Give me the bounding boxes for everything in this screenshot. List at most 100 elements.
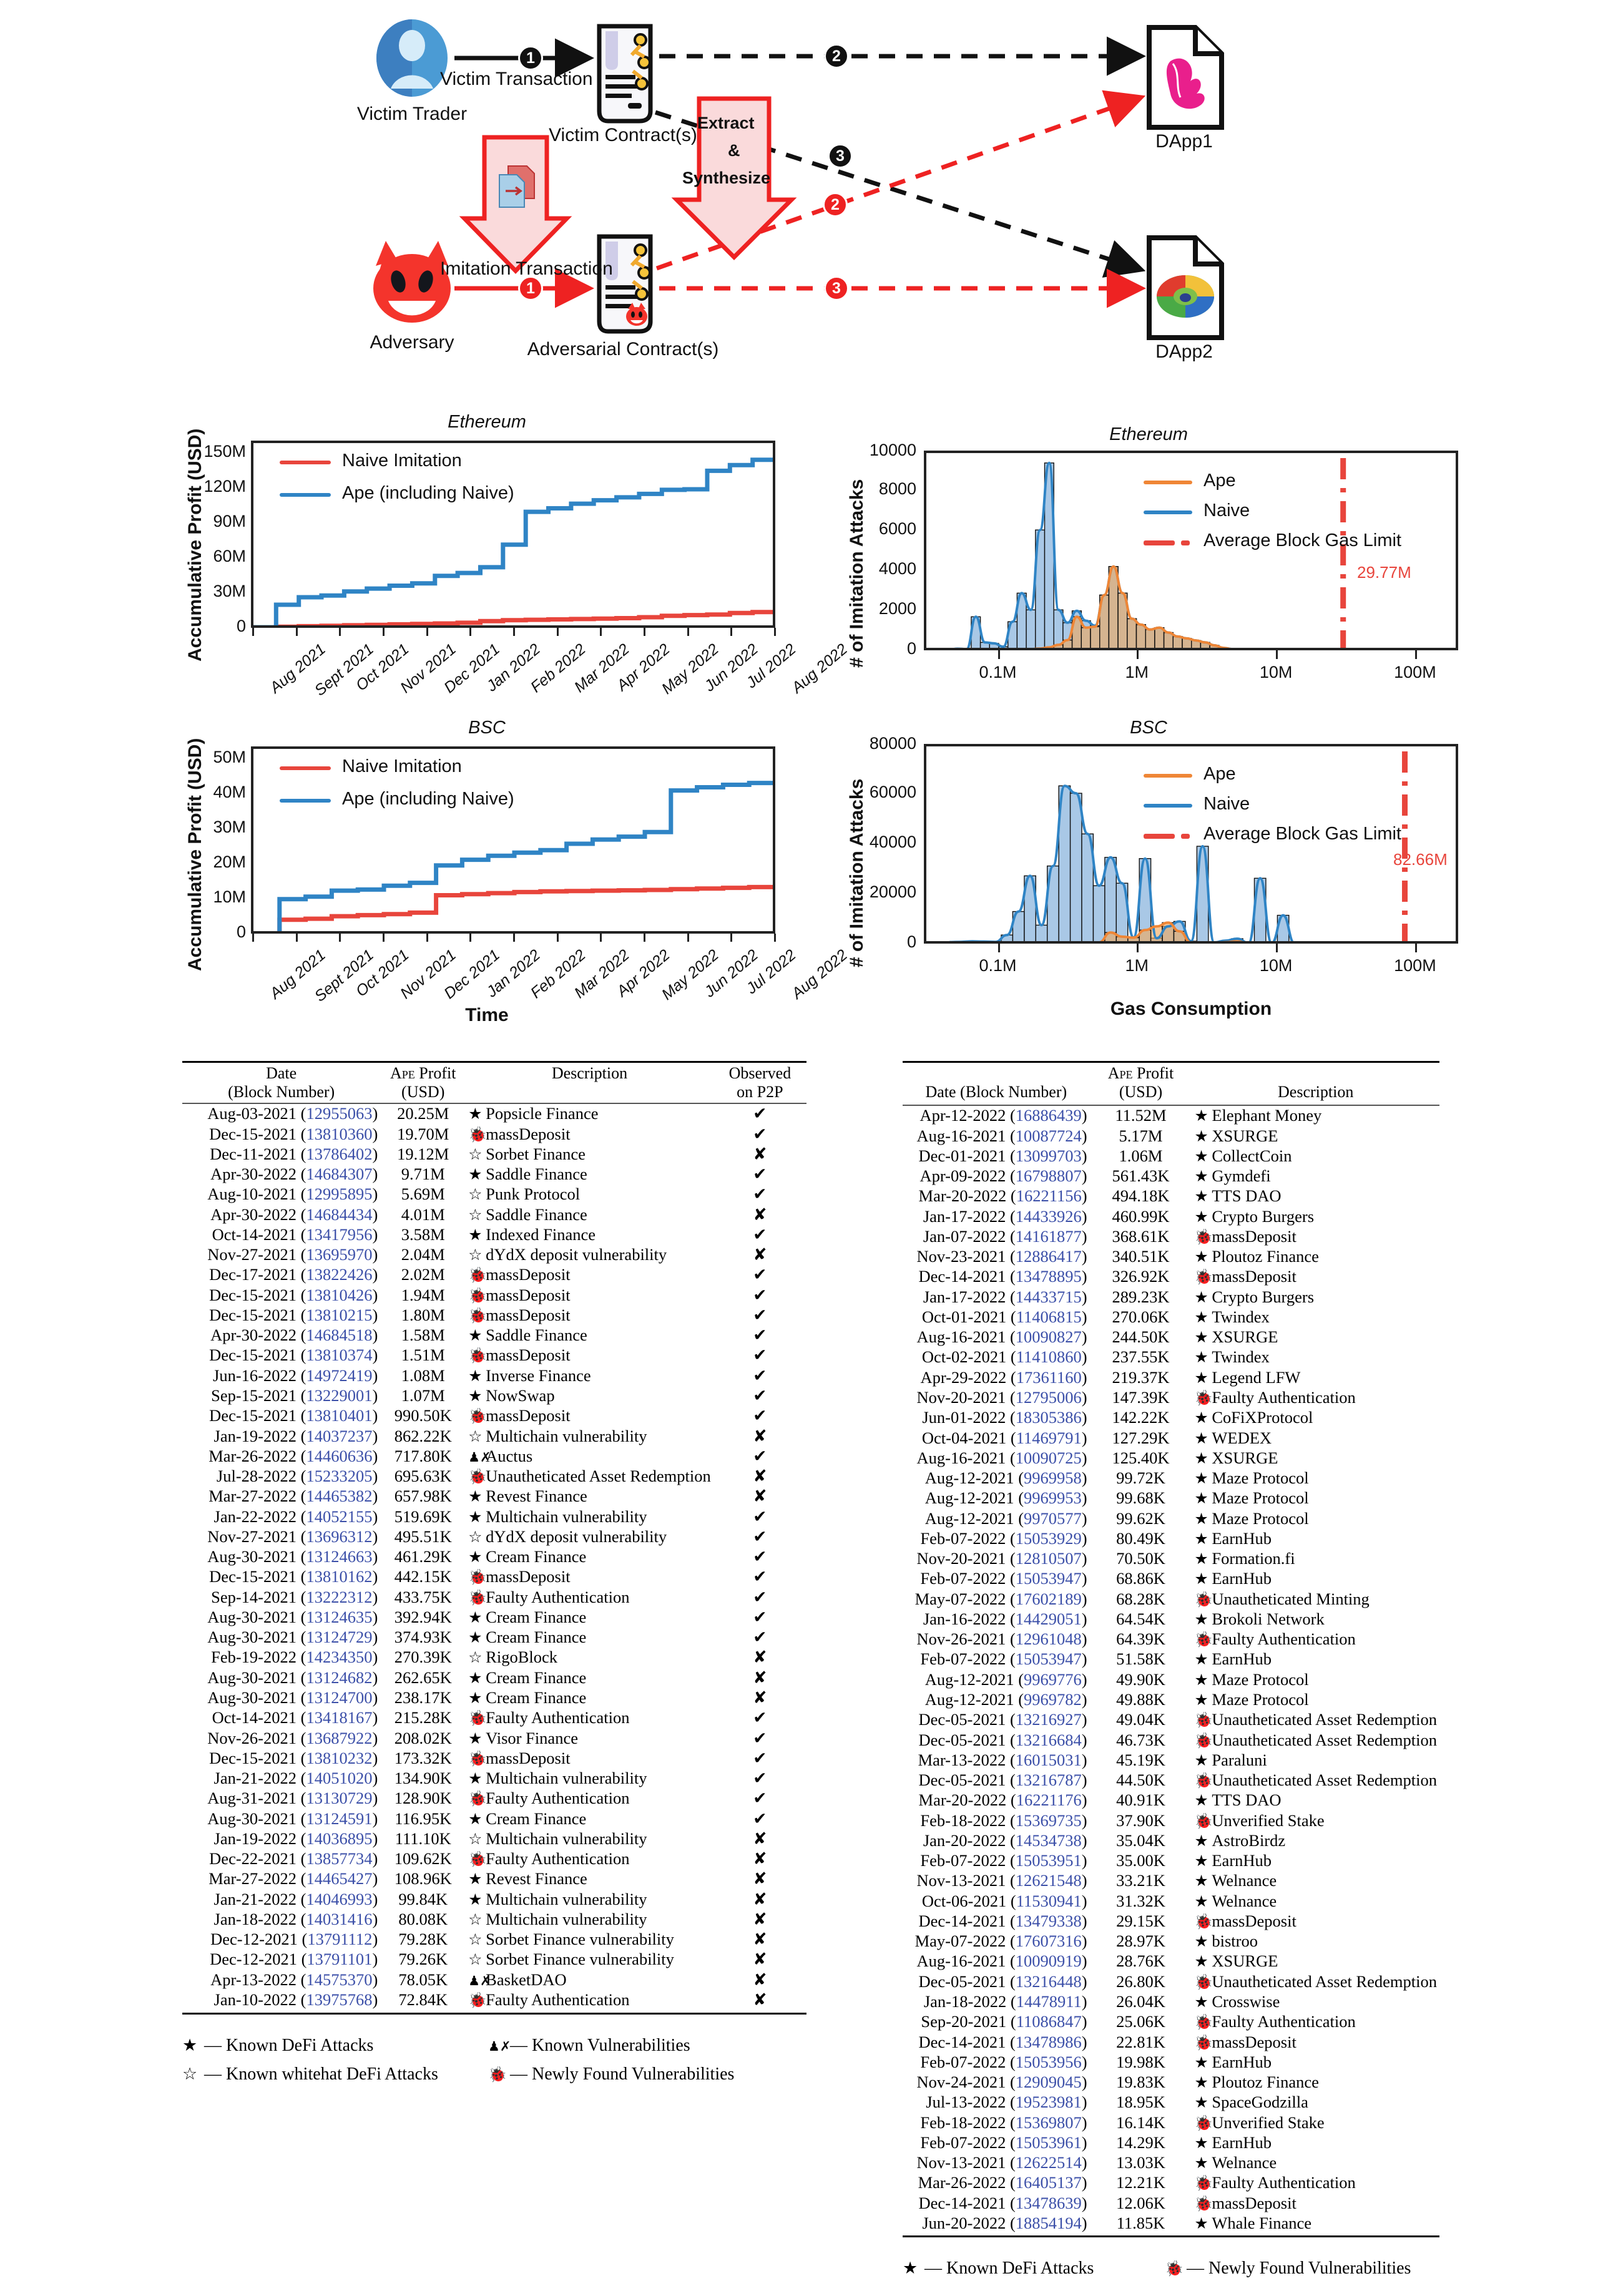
block-number[interactable]: 15053929 xyxy=(1016,1529,1082,1548)
block-number[interactable]: 16798807 xyxy=(1016,1166,1082,1185)
block-number[interactable]: 12955063 xyxy=(306,1104,372,1123)
block-number[interactable]: 13124591 xyxy=(306,1809,372,1828)
block-number[interactable]: 14465427 xyxy=(306,1869,372,1888)
block-number[interactable]: 14031416 xyxy=(306,1910,372,1928)
block-number[interactable]: 18305386 xyxy=(1016,1408,1082,1427)
block-number[interactable]: 13478986 xyxy=(1016,2033,1082,2051)
block-number[interactable]: 13695970 xyxy=(306,1245,372,1264)
block-number[interactable]: 11469791 xyxy=(1016,1429,1082,1447)
block-number[interactable]: 13810426 xyxy=(306,1286,372,1304)
block-number[interactable]: 14037237 xyxy=(306,1427,372,1445)
block-number[interactable]: 15053951 xyxy=(1016,1851,1082,1870)
block-number[interactable]: 15233205 xyxy=(306,1467,372,1485)
block-number[interactable]: 15053947 xyxy=(1016,1569,1082,1588)
block-number[interactable]: 15369735 xyxy=(1016,1811,1082,1830)
block-number[interactable]: 17607316 xyxy=(1016,1932,1082,1950)
block-number[interactable]: 9969953 xyxy=(1024,1488,1082,1507)
block-number[interactable]: 13810374 xyxy=(306,1346,372,1364)
block-number[interactable]: 13417956 xyxy=(306,1225,372,1244)
block-number[interactable]: 9969958 xyxy=(1024,1468,1082,1487)
block-number[interactable]: 13229001 xyxy=(306,1386,372,1405)
block-number[interactable]: 10087724 xyxy=(1016,1126,1082,1145)
block-number[interactable]: 13216927 xyxy=(1016,1710,1082,1729)
block-number[interactable]: 13124663 xyxy=(306,1547,372,1566)
block-number[interactable]: 13786402 xyxy=(306,1145,372,1163)
block-number[interactable]: 12961048 xyxy=(1016,1629,1082,1648)
block-number[interactable]: 14051020 xyxy=(306,1769,372,1787)
block-number[interactable]: 12995895 xyxy=(306,1185,372,1203)
block-number[interactable]: 10090919 xyxy=(1016,1952,1082,1970)
block-number[interactable]: 13791112 xyxy=(307,1930,372,1948)
block-number[interactable]: 16221156 xyxy=(1016,1186,1082,1205)
block-number[interactable]: 17602189 xyxy=(1016,1590,1082,1608)
block-number[interactable]: 14234350 xyxy=(306,1648,372,1666)
block-number[interactable]: 14036895 xyxy=(306,1829,372,1848)
block-number[interactable]: 13822426 xyxy=(306,1265,372,1284)
block-number[interactable]: 16015031 xyxy=(1016,1751,1082,1769)
block-number[interactable]: 14575370 xyxy=(306,1970,372,1989)
block-number[interactable]: 10090725 xyxy=(1016,1448,1082,1467)
block-number[interactable]: 13124635 xyxy=(306,1608,372,1626)
block-number[interactable]: 15369807 xyxy=(1016,2113,1082,2132)
block-number[interactable]: 11410860 xyxy=(1016,1347,1082,1366)
block-number[interactable]: 13130729 xyxy=(306,1789,372,1807)
block-number[interactable]: 13975768 xyxy=(306,1990,372,2009)
block-number[interactable]: 13479338 xyxy=(1016,1912,1082,1930)
block-number[interactable]: 12621548 xyxy=(1016,1871,1082,1890)
block-number[interactable]: 10090827 xyxy=(1016,1327,1082,1346)
block-number[interactable]: 14684518 xyxy=(306,1326,372,1344)
block-number[interactable]: 14046993 xyxy=(306,1890,372,1908)
block-number[interactable]: 12810507 xyxy=(1016,1549,1082,1568)
block-number[interactable]: 14478911 xyxy=(1016,1992,1082,2011)
block-number[interactable]: 13216684 xyxy=(1016,1731,1082,1749)
block-number[interactable]: 13810215 xyxy=(306,1306,372,1324)
block-number[interactable]: 11530941 xyxy=(1016,1892,1082,1910)
block-number[interactable]: 18854194 xyxy=(1016,2214,1082,2232)
block-number[interactable]: 16221176 xyxy=(1016,1790,1082,1809)
block-number[interactable]: 13216787 xyxy=(1016,1771,1082,1789)
block-number[interactable]: 11086847 xyxy=(1016,2012,1082,2031)
block-number[interactable]: 13222312 xyxy=(306,1588,372,1606)
block-number[interactable]: 9970577 xyxy=(1024,1509,1082,1528)
block-number[interactable]: 14433715 xyxy=(1016,1287,1082,1306)
block-number[interactable]: 13810360 xyxy=(306,1125,372,1143)
block-number[interactable]: 13857734 xyxy=(306,1849,372,1868)
block-number[interactable]: 11406815 xyxy=(1016,1307,1082,1326)
block-number[interactable]: 13124729 xyxy=(306,1628,372,1646)
block-number[interactable]: 13478895 xyxy=(1016,1267,1082,1286)
block-number[interactable]: 14684307 xyxy=(306,1165,372,1183)
block-number[interactable]: 17361160 xyxy=(1016,1368,1082,1387)
block-number[interactable]: 14429051 xyxy=(1016,1610,1082,1628)
block-number[interactable]: 9969776 xyxy=(1024,1670,1082,1689)
block-number[interactable]: 15053947 xyxy=(1016,1649,1082,1668)
block-number[interactable]: 12886417 xyxy=(1016,1247,1082,1266)
block-number[interactable]: 14052155 xyxy=(306,1507,372,1526)
block-number[interactable]: 14161877 xyxy=(1016,1227,1082,1246)
block-number[interactable]: 12909045 xyxy=(1016,2073,1082,2091)
block-number[interactable]: 14465382 xyxy=(306,1487,372,1505)
block-number[interactable]: 9969782 xyxy=(1024,1690,1082,1709)
block-number[interactable]: 13124682 xyxy=(306,1668,372,1687)
block-number[interactable]: 13687922 xyxy=(306,1729,372,1747)
block-number[interactable]: 12622514 xyxy=(1016,2153,1082,2172)
block-number[interactable]: 13810401 xyxy=(306,1406,372,1425)
block-number[interactable]: 14684434 xyxy=(306,1205,372,1224)
block-number[interactable]: 13124700 xyxy=(306,1688,372,1707)
block-number[interactable]: 12795006 xyxy=(1016,1388,1082,1407)
block-number[interactable]: 13810232 xyxy=(306,1749,372,1767)
block-number[interactable]: 13099703 xyxy=(1016,1146,1082,1165)
block-number[interactable]: 14433926 xyxy=(1016,1207,1082,1226)
block-number[interactable]: 13810162 xyxy=(306,1567,372,1586)
block-number[interactable]: 15053956 xyxy=(1016,2053,1082,2071)
block-number[interactable]: 14972419 xyxy=(306,1366,372,1385)
block-number[interactable]: 13791101 xyxy=(306,1950,372,1968)
block-number[interactable]: 13216448 xyxy=(1016,1972,1082,1991)
block-number[interactable]: 14534738 xyxy=(1016,1831,1082,1850)
block-number[interactable]: 16886439 xyxy=(1016,1106,1082,1125)
block-number[interactable]: 19523981 xyxy=(1016,2093,1082,2111)
block-number[interactable]: 13478639 xyxy=(1016,2194,1082,2212)
block-number[interactable]: 13418167 xyxy=(306,1708,372,1727)
block-number[interactable]: 15053961 xyxy=(1016,2133,1082,2152)
block-number[interactable]: 14460636 xyxy=(306,1447,372,1465)
block-number[interactable]: 13696312 xyxy=(306,1527,372,1546)
